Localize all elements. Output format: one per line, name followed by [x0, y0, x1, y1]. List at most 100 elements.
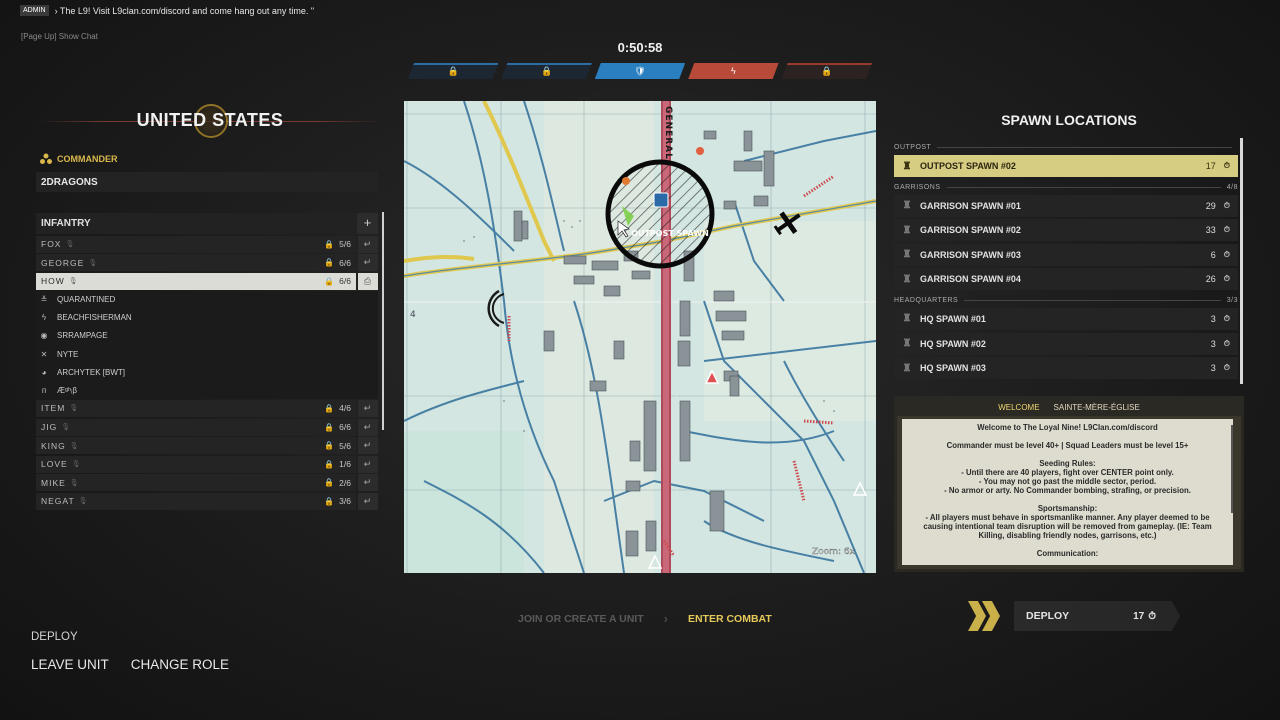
spawn-section-label: HEADQUARTERS — [894, 296, 959, 304]
unit-member[interactable]: ✕ NYTE — [36, 345, 378, 364]
unit-body[interactable]: ITEM 🎙 🔒 4/6 — [36, 399, 356, 417]
join-unit-button[interactable]: ↵ — [358, 399, 378, 417]
unit-member[interactable]: ◕ ARCHYTEK [BWT] — [36, 363, 378, 382]
microphone-icon: 🎙 — [78, 498, 89, 506]
welcome-line: - You may not go past the middle sector,… — [978, 477, 1157, 486]
chevron-right-icon: › — [663, 611, 668, 626]
spawn-row[interactable]: ♜ HQ SPAWN #02 3 ⏱ — [894, 332, 1238, 355]
unit-body[interactable]: HOW 🎙 🔒 6/6 — [36, 272, 356, 290]
member-name: Æᵍʰᵢβ — [57, 385, 77, 395]
tactical-map[interactable]: GENERAL OUTPOST SPAWN 4 Zoom: 6x — [404, 101, 876, 573]
lock-icon: 🔒 — [324, 239, 335, 249]
step-enter-combat[interactable]: ENTER COMBAT — [688, 613, 772, 625]
unit-body[interactable]: LOVE 🎙 🔒 1/6 — [36, 455, 356, 473]
spawn-row[interactable]: ♜ GARRISON SPAWN #04 26 ⏱ — [894, 268, 1238, 291]
change-role-button[interactable]: CHANGE ROLE — [131, 657, 229, 672]
unit-row[interactable]: JIG 🎙 🔒 6/6 ↵ — [36, 418, 378, 436]
welcome-line: - No armor or arty. No Commander bombing… — [944, 486, 1191, 495]
unit-name: KING — [41, 440, 66, 451]
timer-icon: ⏱ — [1223, 338, 1230, 348]
unit-capacity: 🔒 5/6 — [324, 239, 351, 249]
spawn-name: HQ SPAWN #03 — [920, 363, 986, 374]
spawn-point-icon: ♜ — [902, 313, 912, 325]
unit-member[interactable]: ≚ QUARANTINED — [36, 290, 378, 309]
welcome-scrollbar[interactable] — [1231, 425, 1233, 513]
grid-label: 4 — [410, 310, 416, 320]
welcome-line: Welcome to The Loyal Nine! L9Clan.com/di… — [977, 423, 1158, 432]
spawn-name: GARRISON SPAWN #03 — [920, 249, 1021, 260]
spawn-list-scrollbar[interactable] — [1240, 138, 1243, 384]
spawn-name: GARRISON SPAWN #02 — [920, 225, 1021, 236]
unit-row[interactable]: HOW 🎙 🔒 6/6 ⎙ — [36, 272, 378, 290]
unit-count: 6/6 — [339, 422, 351, 433]
timer-icon: ⏱ — [1223, 249, 1230, 259]
welcome-spacer — [910, 432, 1225, 441]
tab-welcome[interactable]: WELCOME — [998, 403, 1039, 412]
bottom-actions: LEAVE UNIT CHANGE ROLE — [31, 657, 229, 672]
leave-unit-button[interactable]: LEAVE UNIT — [31, 657, 109, 672]
unit-row[interactable]: MIKE 🎙 🔒 2/6 ↵ — [36, 474, 378, 492]
unit-row[interactable]: FOX 🎙 🔒 5/6 ↵ — [36, 235, 378, 253]
create-unit-button[interactable]: + — [357, 213, 378, 234]
unit-row[interactable]: GEORGE 🎙 🔒 6/6 ↵ — [36, 254, 378, 272]
section-divider — [937, 147, 1232, 148]
unit-row[interactable]: LOVE 🎙 🔒 1/6 ↵ — [36, 455, 378, 473]
unit-body[interactable]: KING 🎙 🔒 5/6 — [36, 437, 356, 455]
unit-body[interactable]: NEGAT 🎙 🔒 3/6 — [36, 492, 356, 510]
unit-member[interactable]: ϟ BEACHFISHERMAN — [36, 308, 378, 327]
microphone-icon: 🎙 — [69, 405, 80, 413]
unit-body[interactable]: JIG 🎙 🔒 6/6 — [36, 418, 356, 436]
lock-icon: 🔒 — [324, 459, 335, 469]
deploy-status-label: DEPLOY — [31, 631, 78, 643]
unit-member[interactable]: ᴨ Æᵍʰᵢβ — [36, 381, 378, 400]
member-name: SRRAMPAGE — [57, 331, 108, 341]
unit-body[interactable]: GEORGE 🎙 🔒 6/6 — [36, 254, 356, 272]
join-unit-button[interactable]: ↵ — [358, 455, 378, 473]
join-unit-button[interactable]: ↵ — [358, 474, 378, 492]
join-unit-button[interactable]: ↵ — [358, 418, 378, 436]
unit-row[interactable]: ITEM 🎙 🔒 4/6 ↵ — [36, 399, 378, 417]
unit-member[interactable]: ◉ SRRAMPAGE — [36, 326, 378, 345]
member-name: NYTE — [57, 349, 79, 359]
deploy-button[interactable]: DEPLOY 17 ⏱ — [968, 600, 1180, 632]
unit-body[interactable]: MIKE 🎙 🔒 2/6 — [36, 474, 356, 492]
join-unit-button[interactable]: ↵ — [358, 254, 378, 272]
show-chat-hint: [Page Up] Show Chat — [21, 32, 98, 41]
outpost-map-label: OUTPOST SPAWN — [631, 229, 709, 238]
deploy-label: DEPLOY — [1026, 610, 1070, 622]
spawn-row[interactable]: ♜ GARRISON SPAWN #01 29 ⏱ — [894, 194, 1238, 217]
spawn-section-label: OUTPOST — [894, 144, 932, 151]
join-unit-button[interactable]: ↵ — [358, 492, 378, 510]
spawn-timer: 3 — [1210, 363, 1216, 374]
unit-list-scrollbar[interactable] — [382, 212, 384, 430]
spawn-timer: 17 — [1205, 161, 1216, 171]
tab-map-name[interactable]: SAINTE-MÈRE-ÉGLISE — [1054, 403, 1140, 412]
unit-body[interactable]: FOX 🎙 🔒 5/6 — [36, 235, 356, 253]
unit-row[interactable]: KING 🎙 🔒 5/6 ↵ — [36, 436, 378, 455]
spawn-row[interactable]: ♜ GARRISON SPAWN #02 33 ⏱ — [894, 219, 1238, 242]
timer-icon: ⏱ — [1223, 200, 1230, 210]
commander-name[interactable]: 2DRAGONS — [36, 172, 378, 192]
objective-sector: 🔒 — [408, 63, 498, 79]
lock-icon: 🔒 — [324, 441, 335, 451]
join-unit-button[interactable]: ↵ — [358, 235, 378, 253]
unit-row[interactable]: NEGAT 🎙 🔒 3/6 ↵ — [36, 492, 378, 510]
timer-icon: ⏱ — [1223, 274, 1230, 284]
unit-name: HOW — [41, 276, 65, 287]
join-unit-button[interactable]: ⎙ — [358, 272, 378, 290]
chat-text: › The L9! Visit L9clan.com/discord and c… — [54, 5, 315, 16]
lock-icon: 🔒 — [324, 422, 335, 432]
spawn-row[interactable]: ♜ GARRISON SPAWN #03 6 ⏱ — [894, 243, 1238, 266]
spawn-row[interactable]: ♜ HQ SPAWN #01 3 ⏱ — [894, 307, 1238, 330]
objective-icon: ϟ — [731, 66, 736, 76]
spawn-row[interactable]: ♜ HQ SPAWN #03 3 ⏱ — [894, 357, 1238, 380]
lock-icon: 🔒 — [324, 276, 335, 286]
commander-label: COMMANDER — [57, 153, 118, 164]
welcome-message: Welcome to The Loyal Nine! L9Clan.com/di… — [902, 419, 1233, 565]
spawn-point-icon: ♜ — [902, 362, 912, 374]
join-unit-button[interactable]: ↵ — [358, 437, 378, 455]
spawn-row[interactable]: ♜ OUTPOST SPAWN #02 17 ⏱ — [894, 155, 1238, 177]
unit-name: FOX — [41, 239, 62, 250]
step-join-unit[interactable]: JOIN OR CREATE A UNIT — [518, 613, 644, 625]
spawn-point-icon: ♜ — [902, 249, 912, 261]
